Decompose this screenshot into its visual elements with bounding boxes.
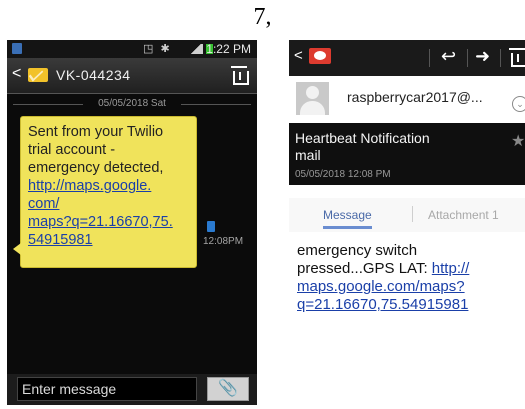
maps-link[interactable]: http://maps.google. xyxy=(28,177,189,195)
maps-link[interactable]: q=21.16670,75.54915981 xyxy=(297,296,522,314)
sim-icon xyxy=(207,221,215,232)
notification-icon xyxy=(12,43,22,54)
message-bubble[interactable]: Sent from your Twilio trial account - em… xyxy=(13,116,197,268)
conversation-header: < VK-044234 xyxy=(7,58,257,94)
envelope-icon xyxy=(28,68,48,82)
maps-link[interactable]: 54915981 xyxy=(28,231,189,249)
star-icon[interactable]: ★ xyxy=(511,131,525,151)
tab-message[interactable]: Message xyxy=(323,208,372,229)
message-line: Sent from your Twilio xyxy=(28,124,164,140)
figure-label: 7, xyxy=(253,4,272,30)
email-body: emergency switch pressed...GPS LAT: http… xyxy=(297,242,522,314)
date-separator: 05/05/2018 Sat xyxy=(7,98,257,112)
composer-bar: 📎 xyxy=(7,374,257,405)
body-text: pressed...GPS LAT: xyxy=(297,260,428,277)
toolbar-divider xyxy=(429,49,430,67)
subject-header: Heartbeat Notification mail 05/05/2018 1… xyxy=(289,123,525,185)
sms-screen: ◳ ✱ 1:22 PM < VK-044234 05/05/2018 Sat S… xyxy=(7,40,257,405)
forward-icon[interactable]: ➜ xyxy=(475,46,490,67)
email-date: 05/05/2018 12:08 PM xyxy=(295,169,391,180)
trash-icon[interactable] xyxy=(231,66,249,85)
email-toolbar: < ↩ ➜ xyxy=(289,40,525,76)
message-line: trial account - xyxy=(28,142,116,158)
reply-icon[interactable]: ↩ xyxy=(441,46,456,67)
message-time: 12:08PM xyxy=(203,236,244,247)
maps-link[interactable]: maps.google.com/maps? xyxy=(297,278,522,296)
maps-link[interactable]: http:// xyxy=(432,260,470,277)
toolbar-divider xyxy=(500,49,501,67)
subject-title: Heartbeat Notification mail xyxy=(295,130,485,164)
gmail-icon xyxy=(309,48,331,64)
back-icon[interactable]: < xyxy=(294,47,303,64)
back-icon[interactable]: < xyxy=(12,65,21,83)
message-line: emergency detected, xyxy=(28,160,164,176)
signal-icon xyxy=(189,44,203,54)
toolbar-divider xyxy=(467,49,468,67)
status-bar: ◳ ✱ 1:22 PM xyxy=(7,40,257,58)
body-line: emergency switch xyxy=(297,242,418,259)
subject-line: mail xyxy=(295,147,321,163)
avatar-icon xyxy=(296,82,329,115)
maps-link[interactable]: com/ xyxy=(28,195,189,213)
message-input[interactable] xyxy=(17,377,197,401)
status-icons: ◳ ✱ xyxy=(143,43,172,55)
email-tabs: Message Attachment 1 xyxy=(289,198,525,232)
status-time: 1:22 PM xyxy=(206,42,251,56)
contact-name[interactable]: VK-044234 xyxy=(56,67,131,83)
chevron-icon[interactable]: ⌄ xyxy=(512,96,525,112)
email-screen: < ↩ ➜ raspberrycar2017@... ⌄ Heartbeat N… xyxy=(289,40,525,405)
subject-line: Heartbeat Notification xyxy=(295,130,430,146)
maps-link[interactable]: maps?q=21.16670,75. xyxy=(28,213,189,231)
tab-divider xyxy=(412,206,413,222)
tab-attachment[interactable]: Attachment 1 xyxy=(428,208,499,222)
sender-address: raspberrycar2017@... xyxy=(347,89,483,105)
sender-row[interactable]: raspberrycar2017@... ⌄ xyxy=(289,76,525,123)
paperclip-icon[interactable]: 📎 xyxy=(207,377,249,401)
body-line: pressed...GPS LAT: http:// xyxy=(297,260,522,278)
trash-icon[interactable] xyxy=(509,48,525,67)
